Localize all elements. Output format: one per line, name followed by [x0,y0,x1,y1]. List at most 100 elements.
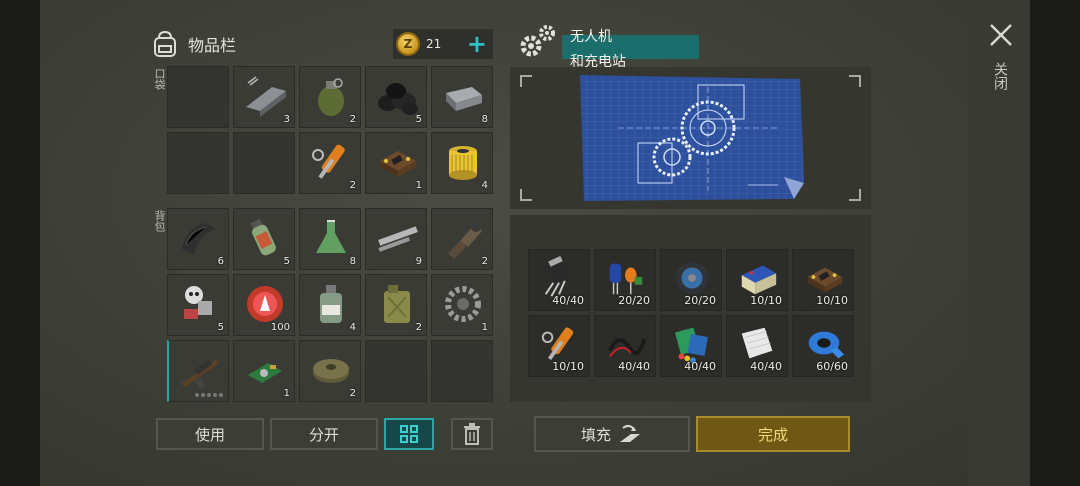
sort-grid-button[interactable] [384,418,434,450]
cocktail-jar-icon [250,218,276,256]
circuit-board-icon [380,151,416,177]
fill-icon [620,424,640,442]
backpack-slot[interactable]: 5 [233,208,295,270]
requirement-slot[interactable]: 20/20 [660,249,722,311]
item-quantity: 5 [283,256,290,267]
pocket-slot[interactable]: 8 [431,66,493,128]
backpack-slot[interactable] [365,340,427,402]
backpack-slot[interactable]: 2 [299,340,361,402]
backpack-slot[interactable]: 2 [431,208,493,270]
backpack-slot[interactable]: 1 [431,274,493,336]
grenade-icon [318,78,344,116]
item-quantity: 10/10 [750,294,782,307]
bottle-icon [320,285,342,323]
item-quantity: 10/10 [552,360,584,373]
fill-button[interactable]: 填充 [534,416,690,452]
requirement-slot[interactable]: 10/10 [528,315,590,377]
item-quantity: 8 [349,256,356,267]
requirement-slot[interactable]: 10/10 [726,249,788,311]
item-quantity: 2 [349,388,356,399]
item-quantity: 3 [283,114,290,125]
bottle-cap-icon [247,286,283,322]
pocket-slot[interactable]: 2 [299,66,361,128]
jerrycan-icon [384,285,410,323]
item-quantity: 5 [217,322,224,333]
grid-icon [400,425,418,443]
item-quantity: 100 [270,322,290,333]
item-quantity: 5 [415,114,422,125]
close-label[interactable]: 关闭 [990,62,1010,90]
robot-scrap-icon [184,286,212,319]
item-quantity: 1 [415,180,422,191]
pocket-slot[interactable]: 1 [365,132,427,194]
backpack-slot[interactable]: 100 [233,274,295,336]
pocket-slot[interactable]: 3 [233,66,295,128]
item-quantity: 60/60 [816,360,848,373]
requirement-slot[interactable]: 40/40 [528,249,590,311]
item-quantity: 10/10 [816,294,848,307]
add-coins-button[interactable]: + [467,32,487,56]
requirement-slot[interactable]: 40/40 [660,315,722,377]
item-quantity: 8 [481,114,488,125]
split-button[interactable]: 分开 [270,418,378,450]
backpack-slot[interactable]: 1 [233,340,295,402]
backpack-slot[interactable] [431,340,493,402]
item-quantity: 40/40 [552,294,584,307]
fill-label: 填充 [580,425,611,444]
pocket-slot[interactable]: 5 [365,66,427,128]
coin-icon: Z [396,32,420,56]
item-quantity: 2 [481,256,488,267]
rifle-icon [181,359,219,390]
item-quantity: 40/40 [684,360,716,373]
pcb-icon [248,363,282,383]
backpack-slot[interactable]: 8 [299,208,361,270]
backpack-label: 背包 [153,210,166,232]
backpack-slot[interactable]: 2 [365,274,427,336]
trash-icon [464,423,480,445]
use-button[interactable]: 使用 [156,418,264,450]
coal-icon [378,83,418,115]
item-quantity: 4 [481,180,488,191]
item-quantity: 2 [349,180,356,191]
metal-pipe-icon [378,226,418,252]
inventory-header: 物品栏 [150,24,236,64]
metal-bar-icon [246,76,286,117]
item-quantity: 2 [415,322,422,333]
gear-icon [445,286,481,322]
backpack-slot[interactable]: 6 [167,208,229,270]
blueprint-panel [510,67,871,209]
coin-count: 21 [426,37,442,51]
item-quantity: 1 [481,322,488,333]
pocket-slot[interactable]: 4 [431,132,493,194]
item-quantity: 20/20 [618,294,650,307]
item-quantity: 4 [349,322,356,333]
flask-icon [316,220,346,253]
backpack-slot[interactable]: 9 [365,208,427,270]
requirement-slot[interactable]: 10/10 [792,249,854,311]
pocket-label: 口袋 [153,68,166,90]
pocket-slot[interactable] [167,132,229,194]
backpack-slot[interactable]: 4 [299,274,361,336]
iron-ingot-icon [446,87,482,111]
backpack-slot[interactable] [167,340,229,402]
requirement-slot[interactable]: 40/40 [726,315,788,377]
close-icon[interactable] [986,20,1016,50]
craft-header: 无人机 和充电站 [515,22,705,70]
gears-icon [520,25,555,57]
requirement-slot[interactable]: 40/40 [594,315,656,377]
requirement-slot[interactable]: 60/60 [792,315,854,377]
trash-button[interactable] [451,418,493,450]
item-quantity: 40/40 [750,360,782,373]
durability-indicator [195,393,223,397]
oil-filter-icon [449,146,477,180]
pocket-slot[interactable] [233,132,295,194]
backpack-slot[interactable]: 5 [167,274,229,336]
pocket-slot[interactable] [167,66,229,128]
item-quantity: 20/20 [684,294,716,307]
hydraulic-cylinder-icon [312,144,345,179]
done-button[interactable]: 完成 [696,416,850,452]
item-quantity: 6 [217,256,224,267]
requirement-slot[interactable]: 20/20 [594,249,656,311]
item-quantity: 40/40 [618,360,650,373]
pocket-slot[interactable]: 2 [299,132,361,194]
